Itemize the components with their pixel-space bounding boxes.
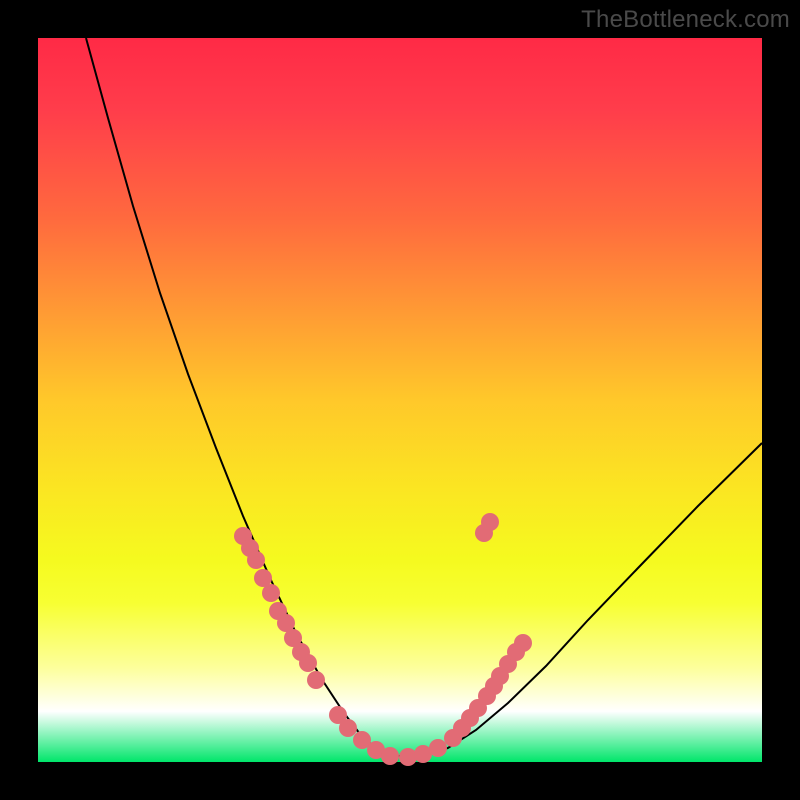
data-point-bottom <box>429 739 447 757</box>
data-point-left-cluster <box>307 671 325 689</box>
data-point-right-cluster <box>514 634 532 652</box>
data-point-left-cluster <box>299 654 317 672</box>
data-points <box>234 513 532 766</box>
data-point-bottom <box>381 747 399 765</box>
data-point-left-cluster <box>247 551 265 569</box>
data-point-left-cluster <box>262 584 280 602</box>
watermark-text: TheBottleneck.com <box>581 6 790 34</box>
data-point-right-tick <box>481 513 499 531</box>
data-point-bottom <box>339 719 357 737</box>
chart-overlay <box>38 38 762 762</box>
plot-area <box>38 38 762 762</box>
bottleneck-curve <box>86 38 762 756</box>
data-point-bottom <box>399 748 417 766</box>
chart-frame: TheBottleneck.com <box>0 0 800 800</box>
